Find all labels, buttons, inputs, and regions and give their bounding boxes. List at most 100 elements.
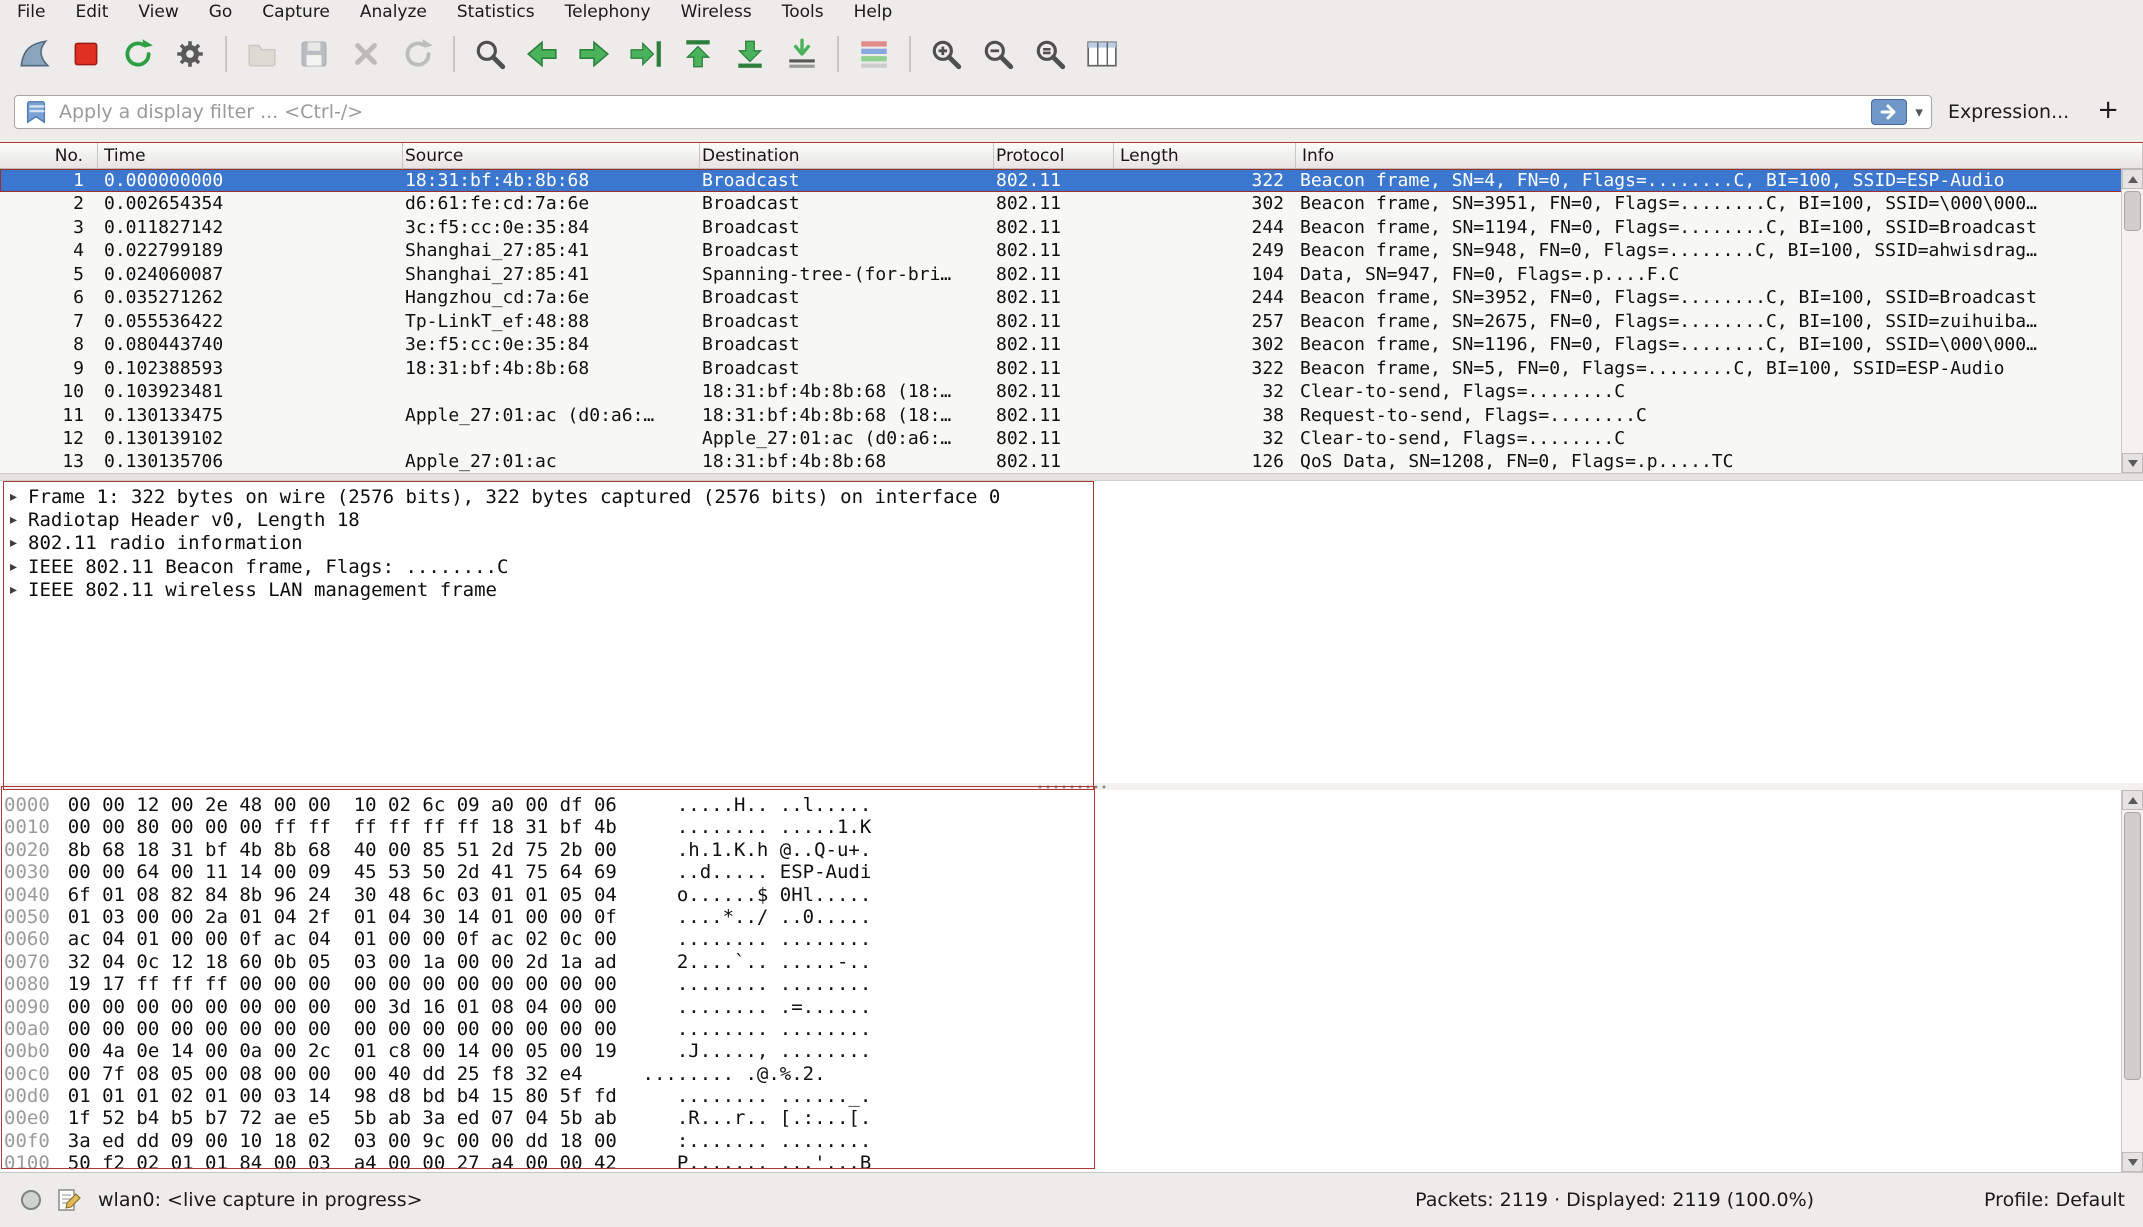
hex-row[interactable]: 00406f 01 08 82 84 8b 96 24 30 48 6c 03 … <box>4 884 2143 906</box>
packet-cell-time: 0.102388593 <box>98 357 403 380</box>
menu-item-analyze[interactable]: Analyze <box>345 0 442 25</box>
capture-options-button[interactable] <box>164 30 216 78</box>
menu-item-file[interactable]: File <box>2 0 60 25</box>
packet-row[interactable]: 60.035271262Hangzhou_cd:7a:6eBroadcast80… <box>0 286 2143 309</box>
packet-row[interactable]: 90.10238859318:31:bf:4b:8b:68Broadcast80… <box>0 357 2143 380</box>
expander-icon[interactable]: ▸ <box>10 486 28 509</box>
hex-row[interactable]: 009000 00 00 00 00 00 00 00 00 3d 16 01 … <box>4 996 2143 1018</box>
menu-item-capture[interactable]: Capture <box>247 0 345 25</box>
colorize-packets-button[interactable] <box>848 30 900 78</box>
scroll-up-button[interactable] <box>2122 169 2143 189</box>
display-filter-input[interactable]: Apply a display filter ... <Ctrl-/> ▾ <box>14 95 1932 129</box>
go-forward-button[interactable] <box>568 30 620 78</box>
menu-item-edit[interactable]: Edit <box>60 0 123 25</box>
menu-item-wireless[interactable]: Wireless <box>666 0 767 25</box>
packet-row[interactable]: 30.0118271423c:f5:cc:0e:35:84Broadcast80… <box>0 216 2143 239</box>
hex-row[interactable]: 0060ac 04 01 00 00 0f ac 04 01 00 00 0f … <box>4 928 2143 950</box>
detail-tree-item[interactable]: ▸IEEE 802.11 wireless LAN management fra… <box>0 579 2143 602</box>
expander-icon[interactable]: ▸ <box>10 509 28 532</box>
menu-item-help[interactable]: Help <box>839 0 908 25</box>
detail-tree-item[interactable]: ▸Frame 1: 322 bytes on wire (2576 bits),… <box>0 486 2143 509</box>
column-header-time[interactable]: Time <box>98 143 403 168</box>
expert-info-icon[interactable] <box>18 1187 44 1213</box>
find-packet-button[interactable] <box>464 30 516 78</box>
packet-row[interactable]: 130.130135706Apple_27:01:ac18:31:bf:4b:8… <box>0 450 2143 473</box>
profile-selector[interactable]: Profile: Default <box>1984 1189 2125 1211</box>
zoom-out-button[interactable] <box>972 30 1024 78</box>
packet-cell-info: Request-to-send, Flags=........C <box>1296 404 2143 427</box>
hex-row[interactable]: 000000 00 12 00 2e 48 00 00 10 02 6c 09 … <box>4 794 2143 816</box>
scroll-up-button[interactable] <box>2122 790 2143 810</box>
packet-row[interactable]: 20.002654354d6:61:fe:cd:7a:6eBroadcast80… <box>0 192 2143 215</box>
packet-cell-no: 1 <box>0 169 98 192</box>
detail-tree-item[interactable]: ▸IEEE 802.11 Beacon frame, Flags: ......… <box>0 556 2143 579</box>
auto-scroll-button[interactable] <box>776 30 828 78</box>
hex-row[interactable]: 00f03a ed dd 09 00 10 18 02 03 00 9c 00 … <box>4 1130 2143 1152</box>
zoom-reset-button[interactable] <box>1024 30 1076 78</box>
add-filter-button[interactable]: + <box>2085 95 2131 129</box>
scrollbar-handle[interactable] <box>2124 191 2141 231</box>
scrollbar-trough[interactable] <box>2122 189 2143 453</box>
menu-item-view[interactable]: View <box>123 0 193 25</box>
expander-icon[interactable]: ▸ <box>10 556 28 579</box>
hex-row[interactable]: 00b000 4a 0e 14 00 0a 00 2c 01 c8 00 14 … <box>4 1040 2143 1062</box>
hex-row[interactable]: 00208b 68 18 31 bf 4b 8b 68 40 00 85 51 … <box>4 839 2143 861</box>
menu-item-go[interactable]: Go <box>194 0 248 25</box>
details-hex-splitter[interactable] <box>0 783 2143 790</box>
hex-row[interactable]: 005001 03 00 00 2a 01 04 2f 01 04 30 14 … <box>4 906 2143 928</box>
filter-bookmark-icon[interactable] <box>23 99 49 125</box>
go-first-packet-button[interactable] <box>672 30 724 78</box>
expander-icon[interactable]: ▸ <box>10 579 28 602</box>
start-capture-button[interactable] <box>8 30 60 78</box>
go-last-packet-button[interactable] <box>724 30 776 78</box>
apply-filter-button[interactable] <box>1871 99 1907 125</box>
menu-item-statistics[interactable]: Statistics <box>442 0 550 25</box>
packet-row[interactable]: 100.10392348118:31:bf:4b:8b:68 (18:…802.… <box>0 380 2143 403</box>
hex-row[interactable]: 00c000 7f 08 05 00 08 00 00 00 40 dd 25 … <box>4 1063 2143 1085</box>
hex-row[interactable]: 003000 00 64 00 11 14 00 09 45 53 50 2d … <box>4 861 2143 883</box>
packet-cell-source: d6:61:fe:cd:7a:6e <box>403 192 700 215</box>
go-back-button[interactable] <box>516 30 568 78</box>
packet-list-scrollbar[interactable] <box>2121 169 2143 473</box>
packet-row[interactable]: 50.024060087Shanghai_27:85:41Spanning-tr… <box>0 263 2143 286</box>
zoom-in-button[interactable] <box>920 30 972 78</box>
column-header-source[interactable]: Source <box>403 143 700 168</box>
column-header-info[interactable]: Info <box>1296 143 2143 168</box>
hex-row[interactable]: 00a000 00 00 00 00 00 00 00 00 00 00 00 … <box>4 1018 2143 1040</box>
scroll-down-button[interactable] <box>2122 453 2143 473</box>
expander-icon[interactable]: ▸ <box>10 532 28 555</box>
packet-row[interactable]: 10.00000000018:31:bf:4b:8b:68Broadcast80… <box>0 169 2143 192</box>
packet-row[interactable]: 40.022799189Shanghai_27:85:41Broadcast80… <box>0 239 2143 262</box>
capture-comment-icon[interactable] <box>56 1187 82 1213</box>
column-header-length[interactable]: Length <box>1114 143 1296 168</box>
scrollbar-handle[interactable] <box>2124 812 2141 1080</box>
restart-capture-button[interactable] <box>112 30 164 78</box>
scroll-down-button[interactable] <box>2122 1152 2143 1172</box>
detail-tree-item[interactable]: ▸Radiotap Header v0, Length 18 <box>0 509 2143 532</box>
packet-cell-time: 0.000000000 <box>98 169 403 192</box>
packet-row[interactable]: 70.055536422Tp-LinkT_ef:48:88Broadcast80… <box>0 310 2143 333</box>
list-details-splitter[interactable] <box>0 473 2143 481</box>
hex-row[interactable]: 00d001 01 01 02 01 00 03 14 98 d8 bd b4 … <box>4 1085 2143 1107</box>
menu-item-tools[interactable]: Tools <box>767 0 839 25</box>
packet-row[interactable]: 110.130133475Apple_27:01:ac (d0:a6:…18:3… <box>0 404 2143 427</box>
packet-row[interactable]: 120.130139102Apple_27:01:ac (d0:a6:…802.… <box>0 427 2143 450</box>
resize-columns-button[interactable] <box>1076 30 1128 78</box>
detail-tree-item[interactable]: ▸802.11 radio information <box>0 532 2143 555</box>
hex-row[interactable]: 007032 04 0c 12 18 60 0b 05 03 00 1a 00 … <box>4 951 2143 973</box>
scrollbar-trough[interactable] <box>2122 810 2143 1152</box>
hex-row[interactable]: 00e01f 52 b4 b5 b7 72 ae e5 5b ab 3a ed … <box>4 1107 2143 1129</box>
hex-row[interactable]: 010050 f2 02 01 01 84 00 03 a4 00 00 27 … <box>4 1152 2143 1172</box>
packet-row[interactable]: 80.0804437403e:f5:cc:0e:35:84Broadcast80… <box>0 333 2143 356</box>
go-to-packet-button[interactable] <box>620 30 672 78</box>
column-header-proto[interactable]: Protocol <box>994 143 1114 168</box>
stop-capture-button[interactable] <box>60 30 112 78</box>
hex-row[interactable]: 001000 00 80 00 00 00 ff ff ff ff ff ff … <box>4 816 2143 838</box>
hex-view-scrollbar[interactable] <box>2121 790 2143 1172</box>
menu-item-telephony[interactable]: Telephony <box>550 0 666 25</box>
column-header-dest[interactable]: Destination <box>700 143 994 168</box>
expression-button[interactable]: Expression... <box>1932 101 2085 123</box>
filter-dropdown-caret-icon[interactable]: ▾ <box>1915 103 1923 121</box>
column-header-no[interactable]: No. <box>0 143 98 168</box>
hex-row[interactable]: 008019 17 ff ff ff 00 00 00 00 00 00 00 … <box>4 973 2143 995</box>
